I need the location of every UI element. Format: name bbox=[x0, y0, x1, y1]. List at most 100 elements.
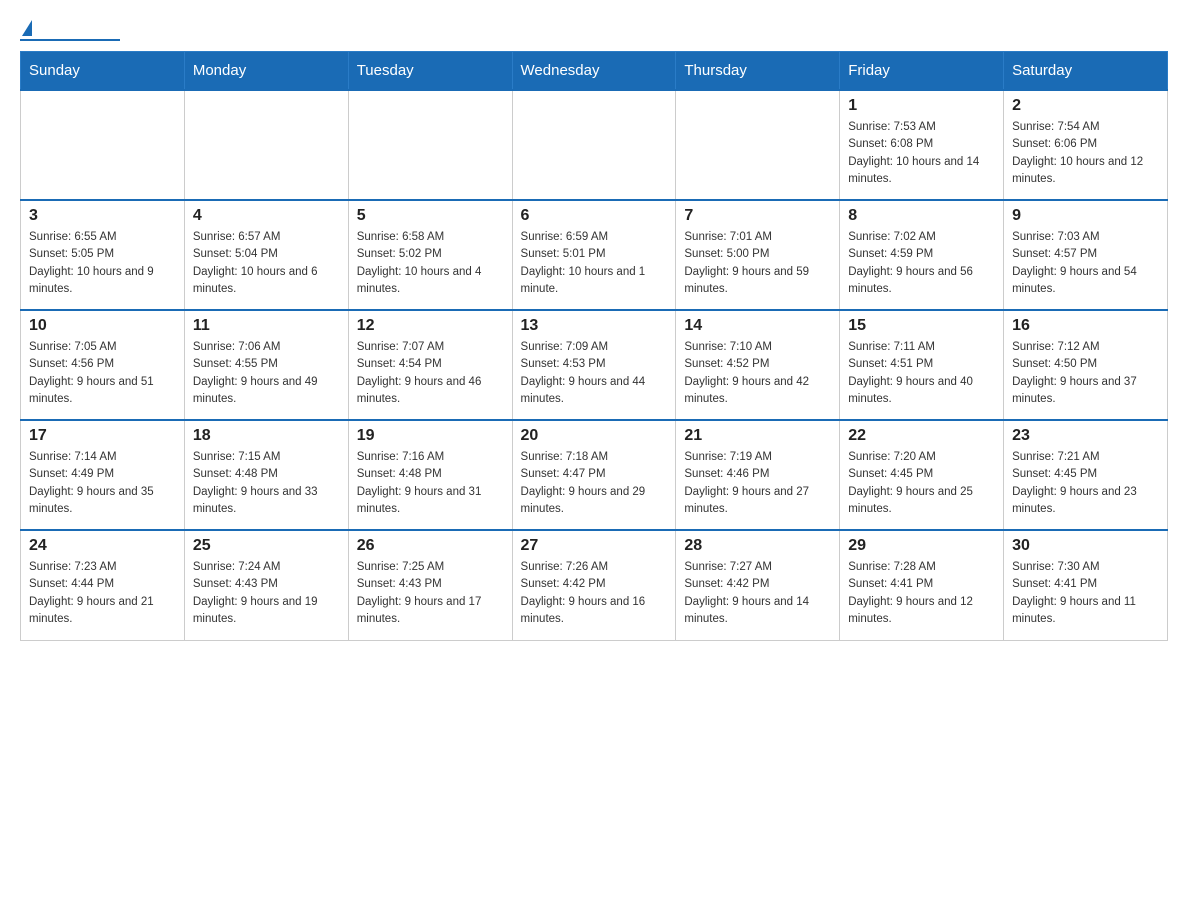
day-info: Sunrise: 6:55 AMSunset: 5:05 PMDaylight:… bbox=[29, 229, 176, 298]
day-number: 11 bbox=[193, 317, 340, 335]
calendar-cell: 23 Sunrise: 7:21 AMSunset: 4:45 PMDayligh… bbox=[1004, 420, 1168, 530]
calendar-table: SundayMondayTuesdayWednesdayThursdayFrid… bbox=[20, 51, 1168, 641]
calendar-cell: 6 Sunrise: 6:59 AMSunset: 5:01 PMDaylight… bbox=[512, 200, 676, 310]
day-info: Sunrise: 7:09 AMSunset: 4:53 PMDaylight:… bbox=[521, 339, 668, 408]
day-number: 23 bbox=[1012, 427, 1159, 445]
weekday-header-friday: Friday bbox=[840, 52, 1004, 91]
day-number: 1 bbox=[848, 97, 995, 115]
day-number: 9 bbox=[1012, 207, 1159, 225]
calendar-week-row: 1 Sunrise: 7:53 AMSunset: 6:08 PMDaylight… bbox=[21, 90, 1168, 200]
day-number: 6 bbox=[521, 207, 668, 225]
day-number: 12 bbox=[357, 317, 504, 335]
day-number: 24 bbox=[29, 537, 176, 555]
logo-triangle-icon bbox=[22, 20, 32, 36]
calendar-week-row: 24 Sunrise: 7:23 AMSunset: 4:44 PMDayligh… bbox=[21, 530, 1168, 640]
calendar-cell: 4 Sunrise: 6:57 AMSunset: 5:04 PMDaylight… bbox=[184, 200, 348, 310]
calendar-cell: 13 Sunrise: 7:09 AMSunset: 4:53 PMDayligh… bbox=[512, 310, 676, 420]
calendar-cell: 7 Sunrise: 7:01 AMSunset: 5:00 PMDaylight… bbox=[676, 200, 840, 310]
day-info: Sunrise: 7:06 AMSunset: 4:55 PMDaylight:… bbox=[193, 339, 340, 408]
calendar-cell: 17 Sunrise: 7:14 AMSunset: 4:49 PMDayligh… bbox=[21, 420, 185, 530]
calendar-week-row: 3 Sunrise: 6:55 AMSunset: 5:05 PMDaylight… bbox=[21, 200, 1168, 310]
day-info: Sunrise: 7:53 AMSunset: 6:08 PMDaylight:… bbox=[848, 119, 995, 188]
calendar-cell bbox=[184, 90, 348, 200]
day-info: Sunrise: 6:59 AMSunset: 5:01 PMDaylight:… bbox=[521, 229, 668, 298]
day-number: 3 bbox=[29, 207, 176, 225]
day-number: 17 bbox=[29, 427, 176, 445]
calendar-cell: 3 Sunrise: 6:55 AMSunset: 5:05 PMDaylight… bbox=[21, 200, 185, 310]
logo-line bbox=[20, 39, 120, 41]
day-number: 8 bbox=[848, 207, 995, 225]
day-info: Sunrise: 7:07 AMSunset: 4:54 PMDaylight:… bbox=[357, 339, 504, 408]
day-number: 5 bbox=[357, 207, 504, 225]
calendar-cell: 15 Sunrise: 7:11 AMSunset: 4:51 PMDayligh… bbox=[840, 310, 1004, 420]
day-number: 14 bbox=[684, 317, 831, 335]
calendar-cell: 2 Sunrise: 7:54 AMSunset: 6:06 PMDaylight… bbox=[1004, 90, 1168, 200]
day-info: Sunrise: 7:15 AMSunset: 4:48 PMDaylight:… bbox=[193, 449, 340, 518]
day-number: 21 bbox=[684, 427, 831, 445]
calendar-cell: 5Sunrise: 6:58 AMSunset: 5:02 PMDaylight… bbox=[348, 200, 512, 310]
calendar-cell bbox=[512, 90, 676, 200]
day-number: 26 bbox=[357, 537, 504, 555]
calendar-cell: 14 Sunrise: 7:10 AMSunset: 4:52 PMDayligh… bbox=[676, 310, 840, 420]
calendar-cell bbox=[21, 90, 185, 200]
calendar-cell bbox=[676, 90, 840, 200]
day-number: 15 bbox=[848, 317, 995, 335]
weekday-header-saturday: Saturday bbox=[1004, 52, 1168, 91]
day-info: Sunrise: 6:57 AMSunset: 5:04 PMDaylight:… bbox=[193, 229, 340, 298]
weekday-header-sunday: Sunday bbox=[21, 52, 185, 91]
day-info: Sunrise: 7:25 AMSunset: 4:43 PMDaylight:… bbox=[357, 559, 504, 628]
calendar-cell: 26 Sunrise: 7:25 AMSunset: 4:43 PMDayligh… bbox=[348, 530, 512, 640]
day-number: 18 bbox=[193, 427, 340, 445]
calendar-cell: 21 Sunrise: 7:19 AMSunset: 4:46 PMDayligh… bbox=[676, 420, 840, 530]
logo bbox=[20, 20, 126, 41]
calendar-cell: 9 Sunrise: 7:03 AMSunset: 4:57 PMDaylight… bbox=[1004, 200, 1168, 310]
calendar-week-row: 17 Sunrise: 7:14 AMSunset: 4:49 PMDayligh… bbox=[21, 420, 1168, 530]
day-info: Sunrise: 7:18 AMSunset: 4:47 PMDaylight:… bbox=[521, 449, 668, 518]
day-number: 28 bbox=[684, 537, 831, 555]
calendar-cell: 12 Sunrise: 7:07 AMSunset: 4:54 PMDayligh… bbox=[348, 310, 512, 420]
day-info: Sunrise: 7:27 AMSunset: 4:42 PMDaylight:… bbox=[684, 559, 831, 628]
day-number: 10 bbox=[29, 317, 176, 335]
day-info: Sunrise: 7:01 AMSunset: 5:00 PMDaylight:… bbox=[684, 229, 831, 298]
day-info: Sunrise: 7:20 AMSunset: 4:45 PMDaylight:… bbox=[848, 449, 995, 518]
day-info: Sunrise: 7:02 AMSunset: 4:59 PMDaylight:… bbox=[848, 229, 995, 298]
day-info: Sunrise: 7:10 AMSunset: 4:52 PMDaylight:… bbox=[684, 339, 831, 408]
day-info: Sunrise: 7:05 AMSunset: 4:56 PMDaylight:… bbox=[29, 339, 176, 408]
calendar-cell: 29 Sunrise: 7:28 AMSunset: 4:41 PMDayligh… bbox=[840, 530, 1004, 640]
day-number: 22 bbox=[848, 427, 995, 445]
day-number: 29 bbox=[848, 537, 995, 555]
day-info: Sunrise: 7:54 AMSunset: 6:06 PMDaylight:… bbox=[1012, 119, 1159, 188]
calendar-cell: 8 Sunrise: 7:02 AMSunset: 4:59 PMDaylight… bbox=[840, 200, 1004, 310]
page-header bbox=[20, 20, 1168, 41]
day-number: 19 bbox=[357, 427, 504, 445]
calendar-cell: 27Sunrise: 7:26 AMSunset: 4:42 PMDayligh… bbox=[512, 530, 676, 640]
day-number: 16 bbox=[1012, 317, 1159, 335]
day-info: Sunrise: 7:14 AMSunset: 4:49 PMDaylight:… bbox=[29, 449, 176, 518]
day-info: Sunrise: 7:28 AMSunset: 4:41 PMDaylight:… bbox=[848, 559, 995, 628]
day-number: 27 bbox=[521, 537, 668, 555]
day-number: 2 bbox=[1012, 97, 1159, 115]
day-info: Sunrise: 7:30 AMSunset: 4:41 PMDaylight:… bbox=[1012, 559, 1159, 628]
calendar-cell: 18 Sunrise: 7:15 AMSunset: 4:48 PMDayligh… bbox=[184, 420, 348, 530]
day-number: 7 bbox=[684, 207, 831, 225]
day-info: Sunrise: 7:19 AMSunset: 4:46 PMDaylight:… bbox=[684, 449, 831, 518]
day-number: 13 bbox=[521, 317, 668, 335]
calendar-cell: 20Sunrise: 7:18 AMSunset: 4:47 PMDayligh… bbox=[512, 420, 676, 530]
calendar-cell: 30Sunrise: 7:30 AMSunset: 4:41 PMDayligh… bbox=[1004, 530, 1168, 640]
day-info: Sunrise: 7:16 AMSunset: 4:48 PMDaylight:… bbox=[357, 449, 504, 518]
weekday-header-wednesday: Wednesday bbox=[512, 52, 676, 91]
calendar-cell: 28 Sunrise: 7:27 AMSunset: 4:42 PMDayligh… bbox=[676, 530, 840, 640]
weekday-header-tuesday: Tuesday bbox=[348, 52, 512, 91]
weekday-header-monday: Monday bbox=[184, 52, 348, 91]
calendar-cell: 25Sunrise: 7:24 AMSunset: 4:43 PMDayligh… bbox=[184, 530, 348, 640]
day-info: Sunrise: 7:11 AMSunset: 4:51 PMDaylight:… bbox=[848, 339, 995, 408]
weekday-header-thursday: Thursday bbox=[676, 52, 840, 91]
day-info: Sunrise: 7:03 AMSunset: 4:57 PMDaylight:… bbox=[1012, 229, 1159, 298]
calendar-cell: 24 Sunrise: 7:23 AMSunset: 4:44 PMDayligh… bbox=[21, 530, 185, 640]
calendar-cell: 1 Sunrise: 7:53 AMSunset: 6:08 PMDaylight… bbox=[840, 90, 1004, 200]
calendar-cell: 10 Sunrise: 7:05 AMSunset: 4:56 PMDayligh… bbox=[21, 310, 185, 420]
day-number: 4 bbox=[193, 207, 340, 225]
calendar-header-row: SundayMondayTuesdayWednesdayThursdayFrid… bbox=[21, 52, 1168, 91]
day-info: Sunrise: 7:21 AMSunset: 4:45 PMDaylight:… bbox=[1012, 449, 1159, 518]
day-info: Sunrise: 7:23 AMSunset: 4:44 PMDaylight:… bbox=[29, 559, 176, 628]
